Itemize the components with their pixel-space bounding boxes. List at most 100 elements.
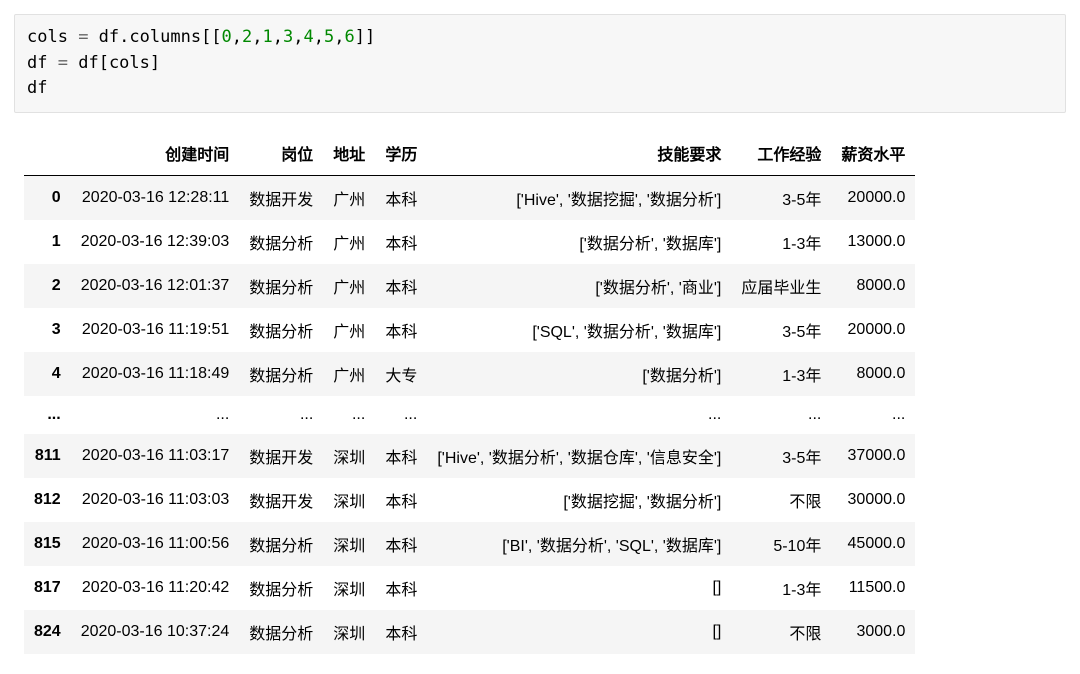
code-token: , — [273, 27, 283, 47]
cell-salary: 8000.0 — [831, 264, 915, 308]
table-row: 42020-03-16 11:18:49数据分析广州大专['数据分析']1-3年… — [24, 352, 915, 396]
cell-city: 深圳 — [323, 610, 375, 654]
cell-exp: 1-3年 — [731, 220, 831, 264]
col-header: 薪资水平 — [831, 131, 915, 176]
cell-created: 2020-03-16 12:28:11 — [71, 175, 240, 220]
cell-exp: 5-10年 — [731, 522, 831, 566]
code-token: , — [293, 27, 303, 47]
cell-position: 数据分析 — [239, 522, 323, 566]
cell-exp: 不限 — [731, 610, 831, 654]
code-number: 0 — [222, 27, 232, 47]
code-number: 3 — [283, 27, 293, 47]
cell-created: 2020-03-16 11:03:03 — [71, 478, 240, 522]
col-header: 地址 — [323, 131, 375, 176]
col-header: 技能要求 — [427, 131, 731, 176]
cell-ellipsis: ... — [323, 396, 375, 434]
cell-created: 2020-03-16 11:19:51 — [71, 308, 240, 352]
code-token: , — [252, 27, 262, 47]
row-index: 815 — [24, 522, 71, 566]
col-header: 工作经验 — [731, 131, 831, 176]
cell-exp: 3-5年 — [731, 434, 831, 478]
cell-salary: 37000.0 — [831, 434, 915, 478]
cell-salary: 13000.0 — [831, 220, 915, 264]
cell-exp: 3-5年 — [731, 175, 831, 220]
cell-skills: ['数据分析'] — [427, 352, 731, 396]
cell-skills: ['Hive', '数据分析', '数据仓库', '信息安全'] — [427, 434, 731, 478]
code-token: cols — [27, 27, 78, 47]
code-token: , — [314, 27, 324, 47]
table-row: 8112020-03-16 11:03:17数据开发深圳本科['Hive', '… — [24, 434, 915, 478]
cell-created: 2020-03-16 11:00:56 — [71, 522, 240, 566]
cell-created: 2020-03-16 11:18:49 — [71, 352, 240, 396]
cell-edu: 本科 — [375, 308, 427, 352]
notebook-output: cols = df.columns[[0,2,1,3,4,5,6]] df = … — [0, 0, 1080, 674]
code-token: cols — [109, 53, 150, 73]
cell-edu: 本科 — [375, 434, 427, 478]
table-row: ........................ — [24, 396, 915, 434]
cell-skills: ['数据挖掘', '数据分析'] — [427, 478, 731, 522]
cell-position: 数据分析 — [239, 264, 323, 308]
dataframe-header: 创建时间 岗位 地址 学历 技能要求 工作经验 薪资水平 — [24, 131, 915, 176]
code-number: 1 — [263, 27, 273, 47]
cell-exp: 应届毕业生 — [731, 264, 831, 308]
row-index: 4 — [24, 352, 71, 396]
cell-skills: [] — [427, 566, 731, 610]
cell-edu: 本科 — [375, 264, 427, 308]
cell-salary: 8000.0 — [831, 352, 915, 396]
cell-position: 数据开发 — [239, 434, 323, 478]
row-index: 3 — [24, 308, 71, 352]
cell-skills: ['Hive', '数据挖掘', '数据分析'] — [427, 175, 731, 220]
cell-salary: 11500.0 — [831, 566, 915, 610]
cell-ellipsis: ... — [71, 396, 240, 434]
table-row: 32020-03-16 11:19:51数据分析广州本科['SQL', '数据分… — [24, 308, 915, 352]
table-row: 8152020-03-16 11:00:56数据分析深圳本科['BI', '数据… — [24, 522, 915, 566]
cell-position: 数据分析 — [239, 308, 323, 352]
row-index: 2 — [24, 264, 71, 308]
cell-salary: 30000.0 — [831, 478, 915, 522]
index-header-blank — [24, 131, 71, 176]
row-index: 812 — [24, 478, 71, 522]
code-number: 6 — [345, 27, 355, 47]
col-header: 创建时间 — [71, 131, 240, 176]
cell-created: 2020-03-16 10:37:24 — [71, 610, 240, 654]
cell-city: 广州 — [323, 264, 375, 308]
cell-created: 2020-03-16 12:39:03 — [71, 220, 240, 264]
cell-salary: 45000.0 — [831, 522, 915, 566]
cell-edu: 本科 — [375, 522, 427, 566]
cell-exp: 3-5年 — [731, 308, 831, 352]
cell-edu: 本科 — [375, 566, 427, 610]
code-token: columns — [129, 27, 201, 47]
code-token: ]] — [355, 27, 375, 47]
cell-created: 2020-03-16 11:03:17 — [71, 434, 240, 478]
cell-city: 广州 — [323, 308, 375, 352]
code-token: , — [334, 27, 344, 47]
code-token: df — [68, 53, 99, 73]
code-number: 5 — [324, 27, 334, 47]
cell-skills: ['数据分析', '数据库'] — [427, 220, 731, 264]
cell-position: 数据分析 — [239, 566, 323, 610]
cell-created: 2020-03-16 11:20:42 — [71, 566, 240, 610]
cell-ellipsis: ... — [239, 396, 323, 434]
row-index: ... — [24, 396, 71, 434]
code-token: . — [119, 27, 129, 47]
cell-exp: 1-3年 — [731, 566, 831, 610]
cell-city: 广州 — [323, 175, 375, 220]
cell-edu: 本科 — [375, 175, 427, 220]
row-index: 0 — [24, 175, 71, 220]
cell-ellipsis: ... — [731, 396, 831, 434]
cell-ellipsis: ... — [375, 396, 427, 434]
code-token: [[ — [201, 27, 221, 47]
cell-city: 深圳 — [323, 434, 375, 478]
cell-skills: ['BI', '数据分析', 'SQL', '数据库'] — [427, 522, 731, 566]
row-index: 824 — [24, 610, 71, 654]
table-row: 8172020-03-16 11:20:42数据分析深圳本科[]1-3年1150… — [24, 566, 915, 610]
code-input-cell[interactable]: cols = df.columns[[0,2,1,3,4,5,6]] df = … — [14, 14, 1066, 113]
code-token: , — [232, 27, 242, 47]
cell-salary: 3000.0 — [831, 610, 915, 654]
cell-city: 深圳 — [323, 522, 375, 566]
code-token: = — [58, 53, 68, 73]
table-row: 22020-03-16 12:01:37数据分析广州本科['数据分析', '商业… — [24, 264, 915, 308]
cell-created: 2020-03-16 12:01:37 — [71, 264, 240, 308]
col-header: 学历 — [375, 131, 427, 176]
table-row: 8242020-03-16 10:37:24数据分析深圳本科[]不限3000.0 — [24, 610, 915, 654]
